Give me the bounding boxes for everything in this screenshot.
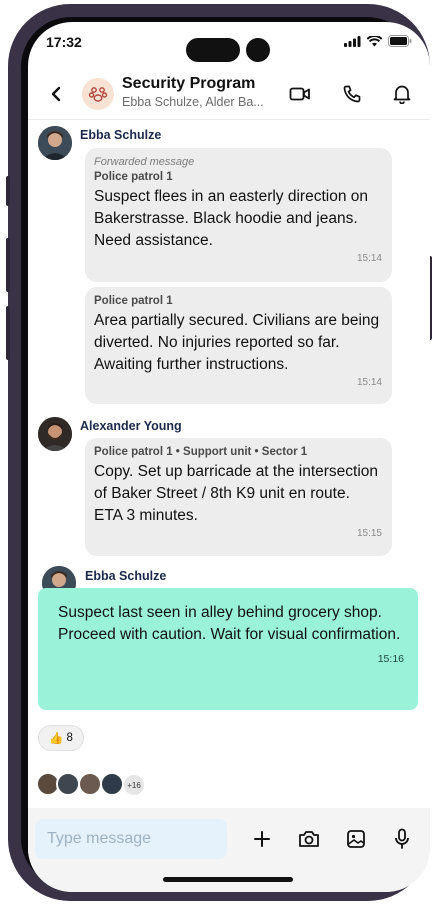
volume-up-button [6,238,10,292]
message-bubble[interactable]: Forwarded message Police patrol 1 Suspec… [85,148,392,282]
sender-name: Alexander Young [80,419,182,433]
microphone-icon [395,828,409,849]
thumbs-up-icon: 👍 [49,733,64,745]
message-text: Area partially secured. Civilians are be… [94,312,380,373]
bell-icon [393,85,411,104]
status-icons [344,35,412,47]
voice-message-button[interactable] [390,827,414,851]
reaction-count: 8 [66,732,73,744]
gallery-button[interactable] [344,827,368,851]
front-camera [246,38,270,62]
message-source: Police patrol 1 • Support unit • Sector … [94,446,308,458]
volume-down-button [6,306,10,360]
avatar-ebba-schulze[interactable] [38,126,72,160]
message-text: Suspect last seen in alley behind grocer… [58,604,401,643]
message-time: 15:14 [356,253,382,264]
reaction-chip[interactable]: 👍 8 [38,725,84,751]
status-bar: 17:32 [28,22,430,72]
camera-icon [299,831,319,847]
message-text: Copy. Set up barricade at the intersecti… [94,463,379,524]
header-divider [28,119,430,120]
plus-icon [254,831,270,847]
paw-icon [88,87,108,102]
status-time: 17:32 [46,34,82,50]
image-icon [347,830,365,848]
avatar-photo [38,126,72,160]
message-time: 15:14 [356,377,382,388]
video-call-button[interactable] [288,82,312,106]
signal-icon [344,35,361,47]
dynamic-island [186,38,240,62]
reader-avatar [78,772,102,796]
chat-header: Security Program Ebba Schulze, Alder Ba.… [28,72,430,118]
message-time: 15:15 [356,528,382,539]
chat-members[interactable]: Ebba Schulze, Alder Ba... [122,95,282,109]
home-indicator[interactable] [163,877,293,882]
mute-switch [6,176,10,206]
message-bubble[interactable]: Police patrol 1 • Support unit • Sector … [85,438,392,556]
video-camera-icon [289,87,310,101]
sender-name: Ebba Schulze [85,569,167,583]
message-text: Suspect flees in an easterly direction o… [94,188,368,249]
notifications-button[interactable] [390,82,414,106]
avatar-alexander-young[interactable] [38,417,72,451]
add-attachment-button[interactable] [250,827,274,851]
voice-call-button[interactable] [340,82,364,106]
back-button[interactable] [46,82,66,106]
more-readers-count: +16 [122,773,146,797]
forwarded-label: Forwarded message [94,156,195,168]
reader-avatar [100,772,124,796]
screen: 17:32 Security Program Ebba Schulze, Ald… [28,22,430,892]
sender-name: Ebba Schulze [80,128,162,142]
battery-icon [388,35,412,47]
camera-button[interactable] [297,827,321,851]
chat-title[interactable]: Security Program [122,75,255,93]
chevron-left-icon [51,86,61,102]
avatar-photo [38,417,72,451]
message-source: Police patrol 1 [94,295,173,307]
message-source: Police patrol 1 [94,171,173,183]
phone-icon [343,85,361,103]
message-bubble[interactable]: Police patrol 1 Area partially secured. … [85,287,392,404]
wifi-icon [367,35,382,46]
reader-avatar [56,772,80,796]
highlighted-message-bubble[interactable]: Suspect last seen in alley behind grocer… [38,588,418,710]
message-time: 15:16 [377,653,404,665]
message-input[interactable] [35,819,227,859]
group-avatar[interactable] [82,78,114,110]
